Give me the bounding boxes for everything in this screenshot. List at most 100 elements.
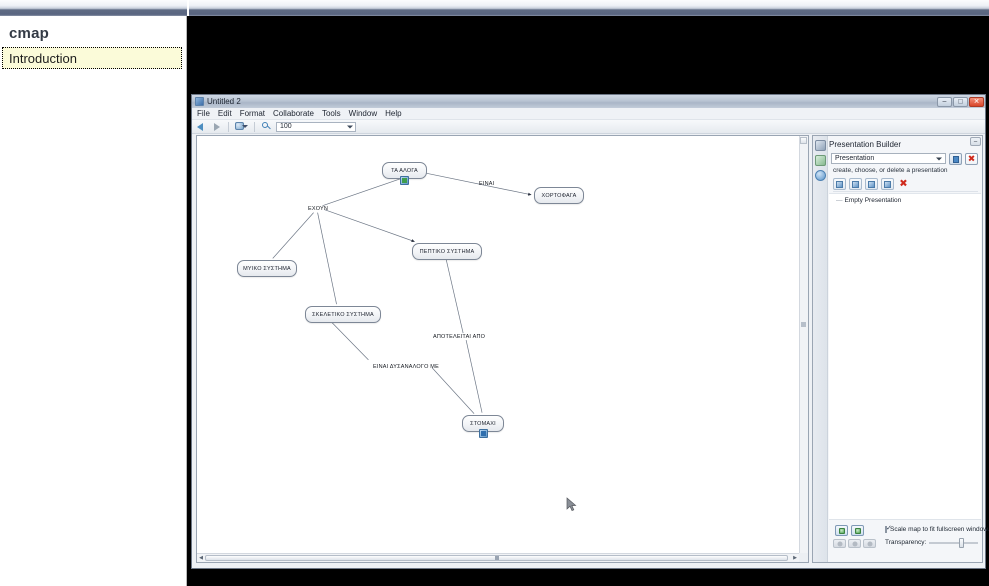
window-titlebar[interactable]: Untitled 2 – □ ✕ [192,95,985,108]
styles-icon[interactable] [814,155,826,166]
panel-header: Presentation Builder [829,138,979,150]
concept-node-myiko[interactable]: ΜΥΙΚΟ ΣΥΣΤΗΜΑ [237,260,297,277]
concept-node-xortofaga[interactable]: ΧΟΡΤΟΦΑΓΑ [534,187,584,204]
edit-slide-icon[interactable] [865,177,878,190]
add-slide-icon[interactable] [833,177,846,190]
preview-slide-icon[interactable] [881,177,894,190]
minimize-icon: – [942,98,947,105]
link-label-apoteleitai[interactable]: ΑΠΟΤΕΛΕΙΤΑΙ ΑΠΟ [433,334,485,340]
tree-item-empty-presentation[interactable]: Empty Presentation [836,197,902,204]
close-button[interactable]: ✕ [969,96,984,107]
horizontal-scroll-thumb[interactable] [205,555,788,561]
remove-slide-icon[interactable] [897,178,910,190]
chrome-divider [187,0,189,16]
main-toolbar: 100 [192,120,985,134]
concept-edge-6[interactable] [465,339,483,413]
menu-item-tools[interactable]: Tools [322,109,341,118]
link-label-einai[interactable]: ΕΙΝΑΙ [479,181,494,187]
delete-presentation-button[interactable] [965,152,978,165]
menu-item-window[interactable]: Window [349,109,377,118]
concept-map-edges [272,172,532,414]
style-palette-icon[interactable] [235,121,248,132]
concept-node-skeletiko[interactable]: ΣΚΕΛΕΤΙΚΟ ΣΥΣΤΗΜΑ [305,306,381,323]
panel-hint-text: create, choose, or delete a presentation [833,167,948,174]
concept-edge-8[interactable] [431,367,475,414]
concept-edge-5[interactable] [445,259,464,334]
concept-edge-0[interactable] [322,178,401,206]
scroll-right-button[interactable]: ▶ [791,554,799,562]
toolbar-separator [228,121,229,132]
views-icon[interactable] [814,140,826,151]
transparency-slider-thumb[interactable] [959,538,965,548]
resource-icon-stomaxi[interactable] [478,429,488,438]
menu-item-help[interactable]: Help [385,109,401,118]
window-title: Untitled 2 [207,97,241,106]
concept-node-peptiko[interactable]: ΠΕΠΤΙΚΟ ΣΥΣΤΗΜΑ [412,243,482,260]
browser-chrome-bar [0,0,989,16]
scale-map-checkbox[interactable] [885,525,892,533]
app-icon [195,97,204,106]
concept-edge-2[interactable] [272,212,314,259]
presentation-tree[interactable]: Empty Presentation [829,193,981,520]
concept-edge-7[interactable] [331,321,369,361]
window-controls: – □ ✕ [937,96,984,107]
chevron-down-icon[interactable] [936,157,942,160]
vertical-scroll-thumb[interactable] [801,322,806,327]
zoom-input[interactable]: 100 [276,121,356,132]
scrollbar-corner [799,553,808,562]
link-label-dysanalogo[interactable]: ΕΙΝΑΙ ΔΥΣΑΝΑΛΟΓΟ ΜΕ [373,364,439,370]
transparency-row: Transparency: [885,538,978,548]
back-arrow-icon[interactable] [196,121,207,132]
map-canvas-container: ΤΑ ΑΛΟΓΑ ΧΟΡΤΟΦΑΓΑ ΜΥΙΚΟ ΣΥΣΤΗΜΑ ΠΕΠΤΙΚΟ ΣΥ… [196,135,809,563]
map-canvas[interactable]: ΤΑ ΑΛΟΓΑ ΧΟΡΤΟΦΑΓΑ ΜΥΙΚΟ ΣΥΣΤΗΜΑ ΠΕΠΤΙΚΟ ΣΥ… [197,136,799,553]
link-label-exoyn[interactable]: ΕΧΟΥΝ [308,206,328,212]
info-icon[interactable] [814,170,826,181]
close-icon: ✕ [973,98,980,105]
canvas-horizontal-scrollbar[interactable]: ◀ ▶ [197,553,799,562]
concept-edge-1[interactable] [424,172,532,196]
panel-minimize-button[interactable]: – [970,137,981,146]
menu-item-format[interactable]: Format [240,109,265,118]
scroll-left-button[interactable]: ◀ [197,554,205,562]
control-1-button[interactable] [833,539,846,548]
magnifier-icon[interactable] [261,121,272,132]
sidebar-item-introduction[interactable]: Introduction [2,47,182,69]
duplicate-slide-icon[interactable] [849,177,862,190]
prev-slide-icon[interactable] [835,525,848,536]
forward-arrow-icon[interactable] [211,121,222,132]
sidebar-title: cmap [9,25,49,42]
transparency-label: Transparency: [885,539,927,546]
transparency-slider[interactable] [929,538,978,548]
presentation-dropdown[interactable]: Presentation [831,153,946,164]
resource-icon-ta-aloga[interactable] [400,176,409,185]
concept-edge-4[interactable] [317,212,337,305]
presentation-builder-panel: Presentation Builder – Presentation crea… [812,135,989,563]
presentation-dropdown-value: Presentation [835,155,875,162]
concept-edge-3[interactable] [324,209,415,243]
menu-item-collaborate[interactable]: Collaborate [273,109,314,118]
presentation-selector-row: Presentation [831,152,978,165]
maximize-button[interactable]: □ [953,96,968,107]
screen-root: cmap Introduction Untitled 2 – □ ✕ File … [0,0,989,586]
menu-item-edit[interactable]: Edit [218,109,232,118]
scale-map-row: Scale map to fit fullscreen window. [885,525,989,533]
mouse-pointer-icon [566,497,577,512]
control-3-button[interactable] [863,539,876,548]
scale-map-label: Scale map to fit fullscreen window. [890,526,989,533]
minimize-button[interactable]: – [937,96,952,107]
new-presentation-button[interactable] [949,152,962,165]
panel-icon-rail [813,136,828,562]
chevron-down-icon[interactable] [347,125,353,128]
toolbar-separator [254,121,255,132]
control-2-button[interactable] [848,539,861,548]
menu-bar: File Edit Format Collaborate Tools Windo… [192,108,985,120]
sidebar-item-label: Introduction [9,50,77,66]
canvas-vertical-scrollbar[interactable] [799,136,808,553]
panel-title: Presentation Builder [829,139,902,149]
maximize-icon: □ [958,98,963,105]
next-slide-icon[interactable] [851,525,864,536]
scroll-up-button[interactable] [800,137,807,144]
cmaptools-window: Untitled 2 – □ ✕ File Edit Format Collab… [191,94,989,569]
presentation-toolbar [833,176,978,192]
menu-item-file[interactable]: File [197,109,210,118]
